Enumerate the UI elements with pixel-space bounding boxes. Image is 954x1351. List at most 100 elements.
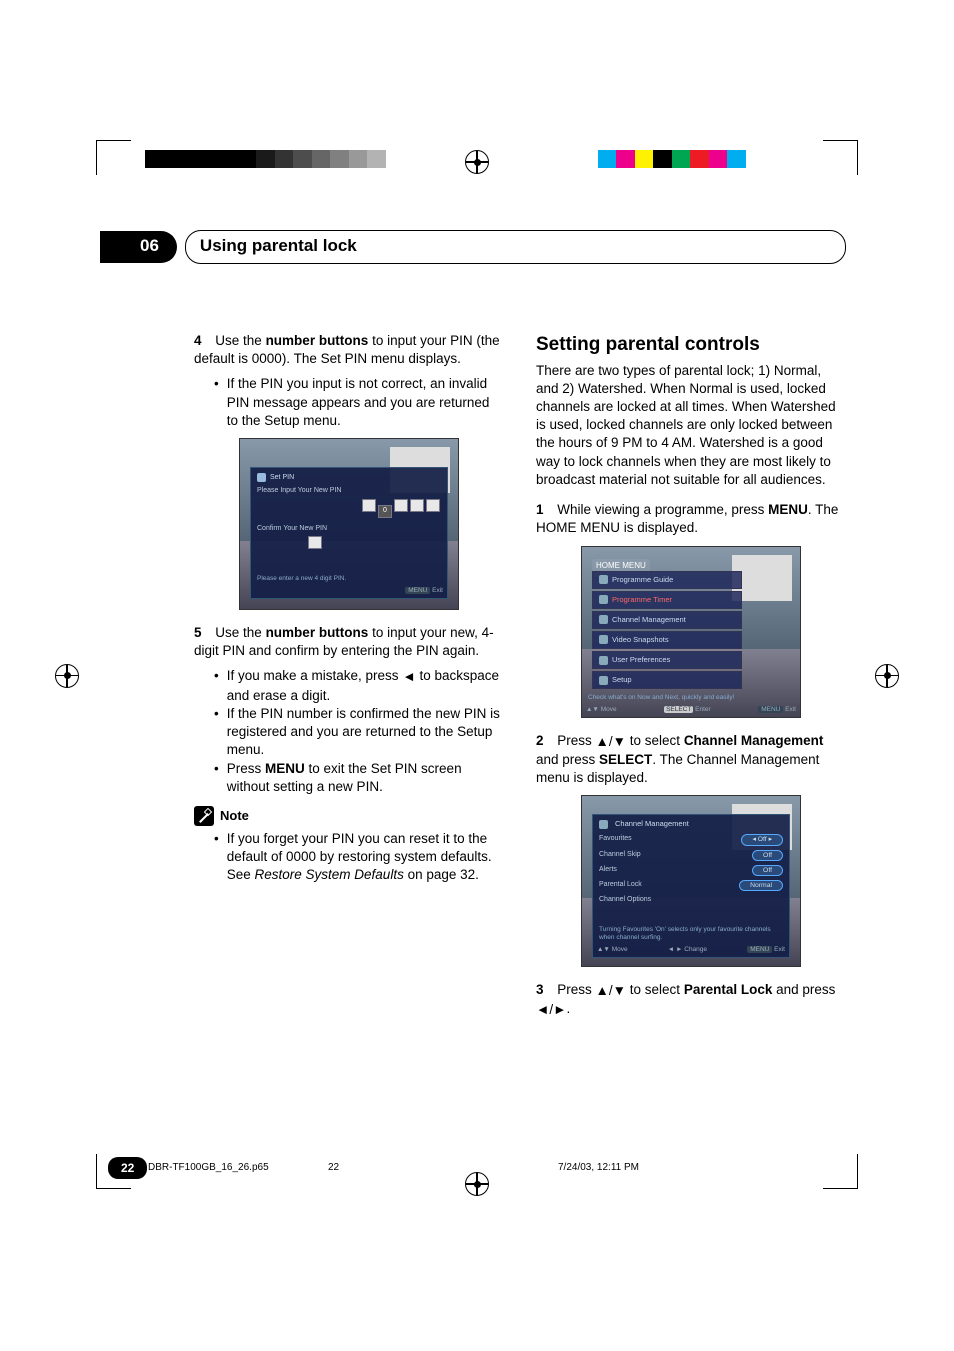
ui-setting-row: Favourites◂ Off ▸	[599, 832, 783, 847]
ui-label: Please Input Your New PIN	[257, 486, 441, 495]
text-bold: MENU	[768, 502, 808, 517]
screenshot-set-pin: Set PIN Please Input Your New PIN 0 Conf…	[239, 438, 459, 610]
step-4: 4 Use the number buttons to input your P…	[194, 332, 504, 368]
swatch	[690, 150, 709, 168]
bullet: •If you forget your PIN you can reset it…	[214, 830, 504, 885]
ui-menu-item: Setup	[592, 671, 742, 689]
intro-text: There are two types of parental lock; 1)…	[536, 362, 846, 490]
note-label: Note	[220, 807, 249, 825]
ui-hint: Turning Favourites 'On' selects only you…	[599, 926, 783, 944]
right-column: Setting parental controls There are two …	[536, 332, 846, 1027]
bullet: •If you make a mistake, press ◄ to backs…	[214, 667, 504, 704]
registration-mark	[875, 664, 899, 688]
text: .	[566, 1001, 570, 1016]
text: and press	[536, 752, 599, 767]
step-2: 2 Press ▲/▼ to select Channel Manage­men…	[536, 732, 846, 788]
text: Press	[557, 982, 595, 997]
bullet: •If the PIN number is confirmed the new …	[214, 705, 504, 760]
note-header: Note	[194, 806, 504, 826]
crop-mark	[96, 140, 131, 175]
chapter-title: Using parental lock	[185, 230, 846, 264]
text: to select	[626, 733, 684, 748]
text: on page 32.	[404, 867, 479, 882]
ui-label: Confirm Your New PIN	[257, 524, 441, 533]
swatch	[256, 150, 275, 168]
footer-metadata: DBR-TF100GB_16_26.p65 22 7/24/03, 12:11 …	[148, 1161, 806, 1175]
text: Press	[227, 761, 265, 776]
ui-title: Channel Management	[615, 819, 689, 829]
ui-menu-item: Channel Management	[592, 611, 742, 629]
swatch	[275, 150, 294, 168]
text: Use the	[215, 333, 265, 348]
page-content: 06 Using parental lock 4 Use the number …	[108, 230, 846, 1131]
swatch	[312, 150, 331, 168]
color-swatches-left	[145, 150, 404, 168]
left-arrow-icon: ◄	[402, 668, 415, 686]
swatch	[709, 150, 728, 168]
page-number: 22	[108, 1157, 147, 1179]
bullet: •If the PIN you input is not correct, an…	[214, 375, 504, 430]
note-icon	[194, 806, 214, 826]
registration-mark	[465, 150, 489, 174]
screenshot-channel-management: Channel Management Favourites◂ Off ▸Chan…	[581, 795, 801, 967]
swatch	[653, 150, 672, 168]
ui-setting-row: Channel Options	[599, 893, 783, 906]
swatch	[219, 150, 238, 168]
swatch	[349, 150, 368, 168]
footer-filename: DBR-TF100GB_16_26.p65	[148, 1161, 328, 1175]
swatch	[164, 150, 183, 168]
ui-menu-item: User Preferences	[592, 651, 742, 669]
text-bold: SELECT	[599, 752, 652, 767]
text: Press	[557, 733, 595, 748]
text: and press	[772, 982, 835, 997]
section-heading: Setting parental controls	[536, 332, 846, 358]
ui-setting-row: AlertsOff	[599, 863, 783, 878]
step-number: 2	[536, 733, 544, 748]
text-italic: Restore System Defaults	[255, 867, 404, 882]
footer-page: 22	[328, 1161, 558, 1175]
ui-hint: Check what's on Now and Next, quickly an…	[588, 694, 794, 703]
step-number: 1	[536, 502, 544, 517]
swatch	[145, 150, 164, 168]
swatch	[672, 150, 691, 168]
swatch	[386, 150, 405, 168]
text: If the PIN you input is not correct, an …	[227, 375, 504, 430]
swatch	[616, 150, 635, 168]
text: If you make a mistake, press	[227, 668, 403, 683]
text-bold: number buttons	[266, 625, 369, 640]
up-down-arrow-icon: ▲/▼	[596, 733, 626, 751]
swatch	[238, 150, 257, 168]
registration-mark	[55, 664, 79, 688]
up-down-arrow-icon: ▲/▼	[596, 982, 626, 1000]
chapter-number: 06	[100, 231, 177, 263]
ui-setting-row: Parental LockNormal	[599, 878, 783, 893]
ui-menu-item: Programme Timer	[592, 591, 742, 609]
color-swatches-right	[598, 150, 765, 168]
swatch	[330, 150, 349, 168]
ui-setting-row: Channel SkipOff	[599, 848, 783, 863]
text: While viewing a programme, press	[557, 502, 768, 517]
text: to select	[626, 982, 684, 997]
ui-title: Set PIN	[270, 473, 294, 482]
left-column: 4 Use the number buttons to input your P…	[108, 332, 504, 1027]
ui-hint: Please enter a new 4 digit PIN.	[257, 575, 441, 584]
swatch	[201, 150, 220, 168]
step-5: 5 Use the number buttons to input your n…	[194, 624, 504, 660]
text-bold: MENU	[265, 761, 305, 776]
registration-mark	[465, 1172, 489, 1196]
chapter-header: 06 Using parental lock	[108, 230, 846, 264]
swatch	[598, 150, 617, 168]
swatch	[635, 150, 654, 168]
text-bold: number buttons	[266, 333, 369, 348]
bullet: •Press MENU to exit the Set PIN screen w…	[214, 760, 504, 796]
ui-menu-item: Video Snapshots	[592, 631, 742, 649]
swatch	[293, 150, 312, 168]
step-3: 3 Press ▲/▼ to select Parental Lock and …	[536, 981, 846, 1019]
swatch	[182, 150, 201, 168]
crop-mark	[823, 1154, 858, 1189]
footer-date: 7/24/03, 12:11 PM	[558, 1161, 806, 1175]
swatch	[746, 150, 765, 168]
screenshot-home-menu: HOME MENU DIGITAL TERRESTRIAL RECEIVER P…	[581, 546, 801, 718]
ui-menu-item: Programme Guide	[592, 571, 742, 589]
left-right-arrow-icon: ◄/►	[536, 1001, 566, 1019]
